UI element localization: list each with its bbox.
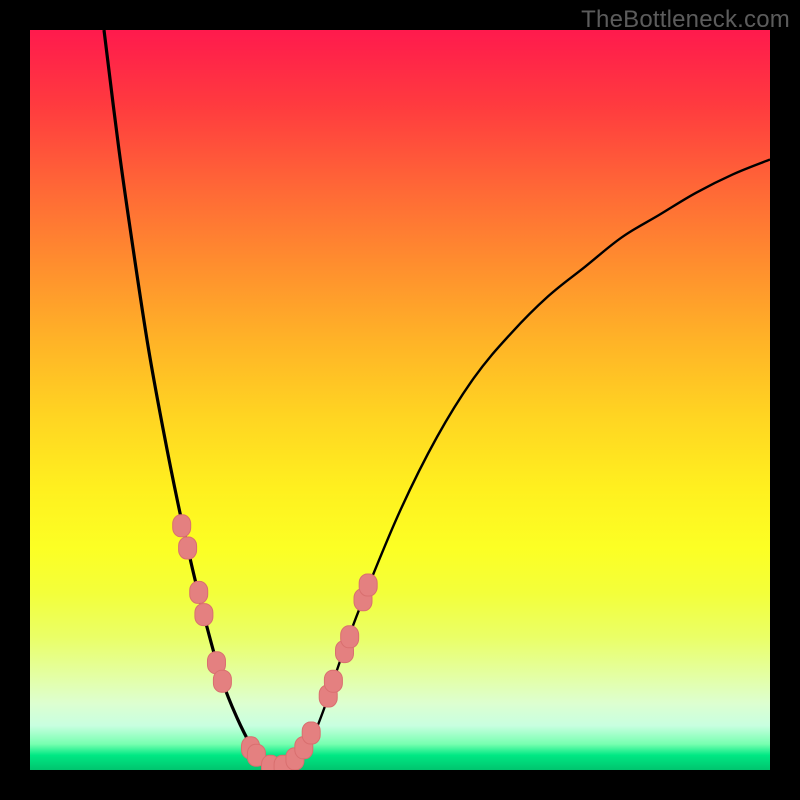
- marker-point: [324, 670, 342, 692]
- marker-point: [173, 515, 191, 537]
- marker-point: [195, 604, 213, 626]
- highlight-markers: [173, 515, 377, 770]
- left-branch-curve: [104, 30, 267, 766]
- plot-area: [30, 30, 770, 770]
- marker-point: [179, 537, 197, 559]
- right-branch-curve: [289, 160, 770, 767]
- chart-frame: TheBottleneck.com: [0, 0, 800, 800]
- marker-point: [302, 722, 320, 744]
- marker-point: [359, 574, 377, 596]
- curve-svg: [30, 30, 770, 770]
- marker-point: [341, 626, 359, 648]
- marker-point: [213, 670, 231, 692]
- marker-point: [190, 581, 208, 603]
